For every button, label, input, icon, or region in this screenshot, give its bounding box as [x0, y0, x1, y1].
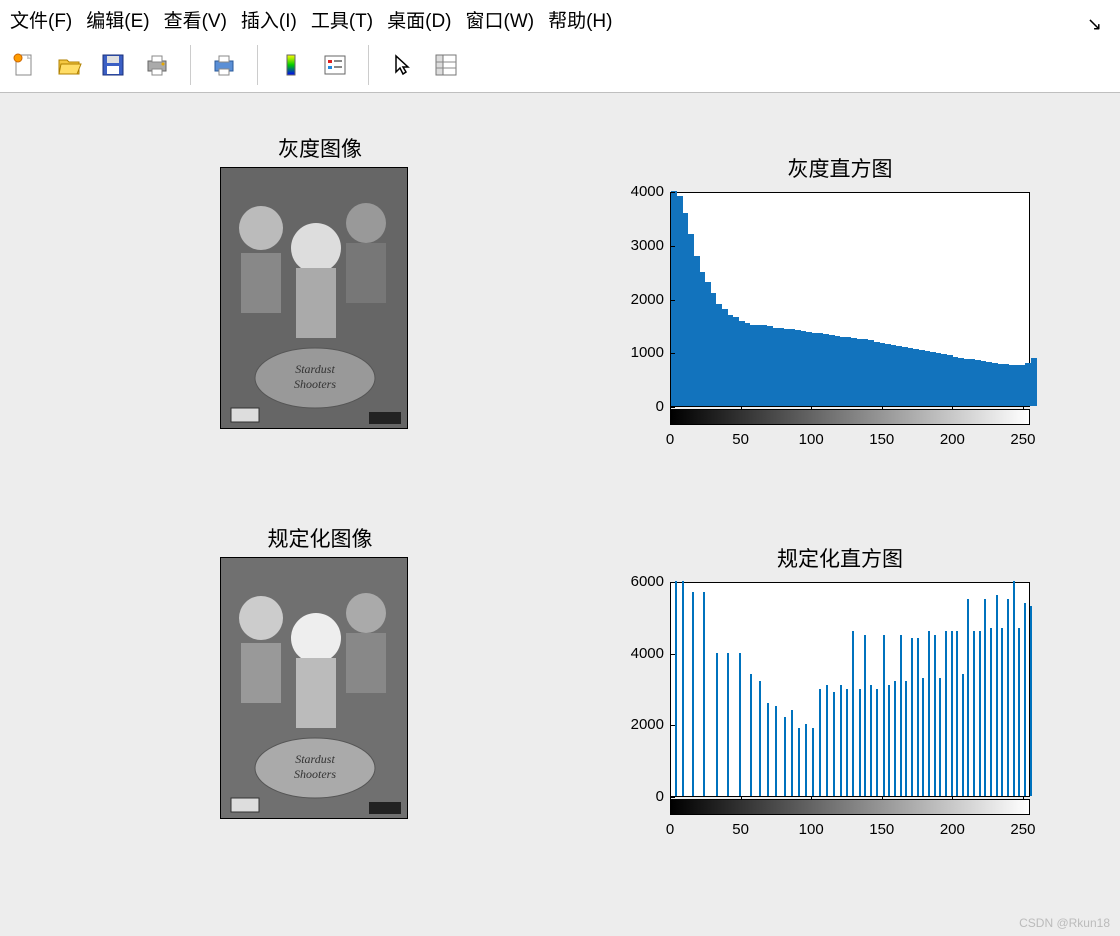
figure-area: 灰度图像 Stardust Shooters 灰度直方图 01000200030…: [0, 93, 1120, 936]
save-icon[interactable]: [98, 50, 128, 80]
data-cursor-icon[interactable]: [431, 50, 461, 80]
menu-view[interactable]: 查看(V): [164, 6, 227, 33]
svg-text:Shooters: Shooters: [294, 377, 336, 391]
histogram-axes: 0200040006000050100150200250: [620, 577, 1040, 847]
histogram-axes: 01000200030004000050100150200250: [620, 187, 1040, 457]
toolbar-separator: [190, 45, 191, 85]
menu-tools[interactable]: 工具(T): [311, 6, 373, 33]
menu-bar: 文件(F) 编辑(E) 查看(V) 插入(I) 工具(T) 桌面(D) 窗口(W…: [0, 0, 1120, 38]
legend-icon[interactable]: [320, 50, 350, 80]
subplot-normalized-image: 规定化图像 Stardust Shooters: [220, 523, 420, 813]
dock-arrow-icon[interactable]: ↘: [1087, 14, 1102, 35]
subplot-title: 灰度图像: [200, 133, 440, 163]
new-file-icon[interactable]: [10, 50, 40, 80]
subplot-normalized-histogram: 规定化直方图 0200040006000050100150200250: [620, 543, 1040, 813]
subplot-grayscale-histogram: 灰度直方图 01000200030004000050100150200250: [620, 153, 1040, 423]
svg-text:Stardust: Stardust: [295, 362, 335, 376]
menu-desktop[interactable]: 桌面(D): [387, 6, 451, 33]
menu-help[interactable]: 帮助(H): [548, 6, 612, 33]
manga-cover-placeholder: Stardust Shooters: [221, 168, 408, 429]
grayscale-image: Stardust Shooters: [220, 167, 408, 429]
toolbar-separator: [257, 45, 258, 85]
subplot-title: 灰度直方图: [640, 153, 1040, 183]
manga-cover-placeholder: Stardust Shooters: [221, 558, 408, 819]
pointer-icon[interactable]: [387, 50, 417, 80]
svg-text:Stardust: Stardust: [295, 752, 335, 766]
subplot-title: 规定化图像: [200, 523, 440, 553]
print-figure-icon[interactable]: [209, 50, 239, 80]
svg-text:Shooters: Shooters: [294, 767, 336, 781]
menu-file[interactable]: 文件(F): [10, 6, 72, 33]
menu-edit[interactable]: 编辑(E): [86, 6, 149, 33]
subplot-title: 规定化直方图: [640, 543, 1040, 573]
menu-window[interactable]: 窗口(W): [466, 6, 535, 33]
watermark: CSDN @Rkun18: [1019, 916, 1110, 930]
toolbar-separator: [368, 45, 369, 85]
subplot-grayscale-image: 灰度图像 Stardust Shooters: [220, 133, 420, 423]
colorbar-icon[interactable]: [276, 50, 306, 80]
toolbar: [0, 38, 1120, 93]
normalized-image: Stardust Shooters: [220, 557, 408, 819]
menu-insert[interactable]: 插入(I): [241, 6, 297, 33]
print-icon[interactable]: [142, 50, 172, 80]
open-file-icon[interactable]: [54, 50, 84, 80]
